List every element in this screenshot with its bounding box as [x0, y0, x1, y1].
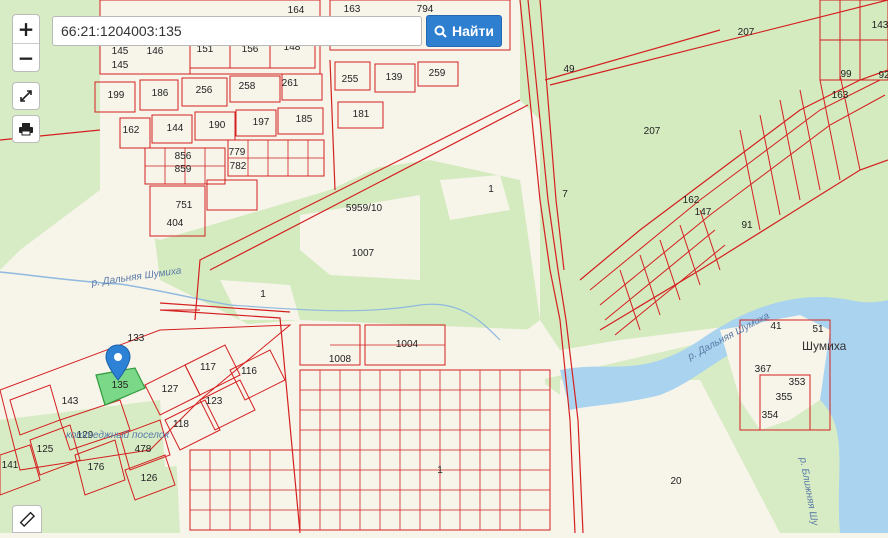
parcel-number-label: 367 [755, 364, 772, 375]
parcel-number-label: 162 [683, 195, 700, 206]
parcel-number-label: 782 [230, 161, 247, 172]
place-label: Шумиха [802, 339, 847, 353]
ruler-icon [19, 511, 35, 527]
parcel-number-label: 1 [488, 184, 494, 195]
parcel-number-label: 41 [770, 321, 782, 332]
parcel-number-label: 5959/10 [346, 203, 383, 214]
settlement-label: коттеджный поселок [66, 430, 170, 441]
expand-icon [20, 90, 32, 102]
parcel-number-label: 794 [417, 4, 434, 15]
parcel-number-label: 141 [2, 460, 19, 471]
parcel-number-label: 1 [260, 289, 266, 300]
parcel-number-label: 139 [386, 72, 403, 83]
parcel-number-label: 1 [437, 465, 443, 476]
parcel-number-label: 779 [229, 147, 246, 158]
parcel-number-label: 181 [353, 109, 370, 120]
parcel-number-label: 256 [196, 85, 213, 96]
parcel-number-label: 190 [209, 120, 226, 131]
parcel-number-label: 354 [762, 410, 779, 421]
parcel-number-label: 145 [112, 46, 129, 57]
parcel-number-label: 92 [878, 70, 888, 81]
parcel-number-label: 126 [141, 473, 158, 484]
parcel-number-label: 127 [162, 384, 179, 395]
zoom-out-button[interactable]: − [13, 43, 39, 72]
parcel-number-label: 259 [429, 68, 446, 79]
parcel-number-label: 7 [562, 189, 568, 200]
parcel-number-label: 1007 [352, 248, 375, 259]
parcel-number-label: 118 [173, 419, 189, 430]
parcel-number-label: 143 [872, 20, 888, 31]
parcel-number-label: 143 [62, 396, 79, 407]
parcel-number-label: 117 [200, 362, 216, 373]
parcel-number-label: 163 [832, 90, 849, 101]
parcel-number-label: 859 [175, 164, 192, 175]
parcel-number-label: 144 [167, 123, 184, 134]
parcel-number-label: 49 [563, 64, 575, 75]
zoom-in-button[interactable]: + [13, 15, 39, 43]
parcel-number-label: 125 [37, 444, 54, 455]
parcel-number-label: 207 [738, 27, 755, 38]
parcel-number-label: 20 [670, 476, 682, 487]
parcel-number-label: 163 [344, 4, 361, 15]
parcel-number-label: 199 [108, 90, 125, 101]
fullscreen-button[interactable] [12, 82, 40, 110]
parcel-number-label: 162 [123, 125, 140, 136]
parcel-number-label: 355 [776, 392, 793, 403]
selected-parcel-label: 135 [112, 380, 129, 391]
find-button[interactable]: Найти [426, 15, 502, 47]
zoom-control: + − [12, 14, 40, 72]
measure-button[interactable] [12, 505, 42, 533]
parcel-number-label: 261 [282, 78, 299, 89]
parcel-number-label: 207 [644, 126, 661, 137]
parcel-number-label: 856 [175, 151, 192, 162]
find-button-label: Найти [452, 23, 494, 39]
parcel-number-label: 123 [206, 396, 223, 407]
parcel-number-label: 116 [241, 366, 257, 377]
parcel-number-label: 1008 [329, 354, 352, 365]
parcel-number-label: 176 [88, 462, 105, 473]
parcel-number-label: 404 [167, 218, 184, 229]
parcel-number-label: 99 [840, 69, 852, 80]
parcel-number-label: 145 [112, 60, 129, 71]
parcel-number-label: 255 [342, 74, 359, 85]
search-input[interactable] [52, 16, 422, 46]
parcel-number-label: 133 [128, 333, 145, 344]
search-icon [434, 25, 447, 38]
parcel-number-label: 478 [135, 444, 152, 455]
print-button[interactable] [12, 115, 40, 143]
parcel-number-label: 164 [288, 5, 305, 16]
map-canvas[interactable]: 145 146 151 156 148 164 163 794 145 199 186 256 258 2… [0, 0, 888, 534]
parcel-number-label: 1004 [396, 339, 419, 350]
parcel-number-label: 147 [695, 207, 712, 218]
parcel-number-label: 258 [239, 81, 256, 92]
parcel-number-label: 197 [253, 117, 270, 128]
parcel-number-label: 51 [812, 324, 824, 335]
parcel-number-label: 146 [147, 46, 164, 57]
parcel-number-label: 185 [296, 114, 313, 125]
parcel-number-label: 186 [152, 88, 169, 99]
parcel-number-label: 751 [176, 200, 193, 211]
parcel-number-label: 353 [789, 377, 806, 388]
printer-icon [19, 123, 33, 136]
parcel-number-label: 91 [741, 220, 753, 231]
